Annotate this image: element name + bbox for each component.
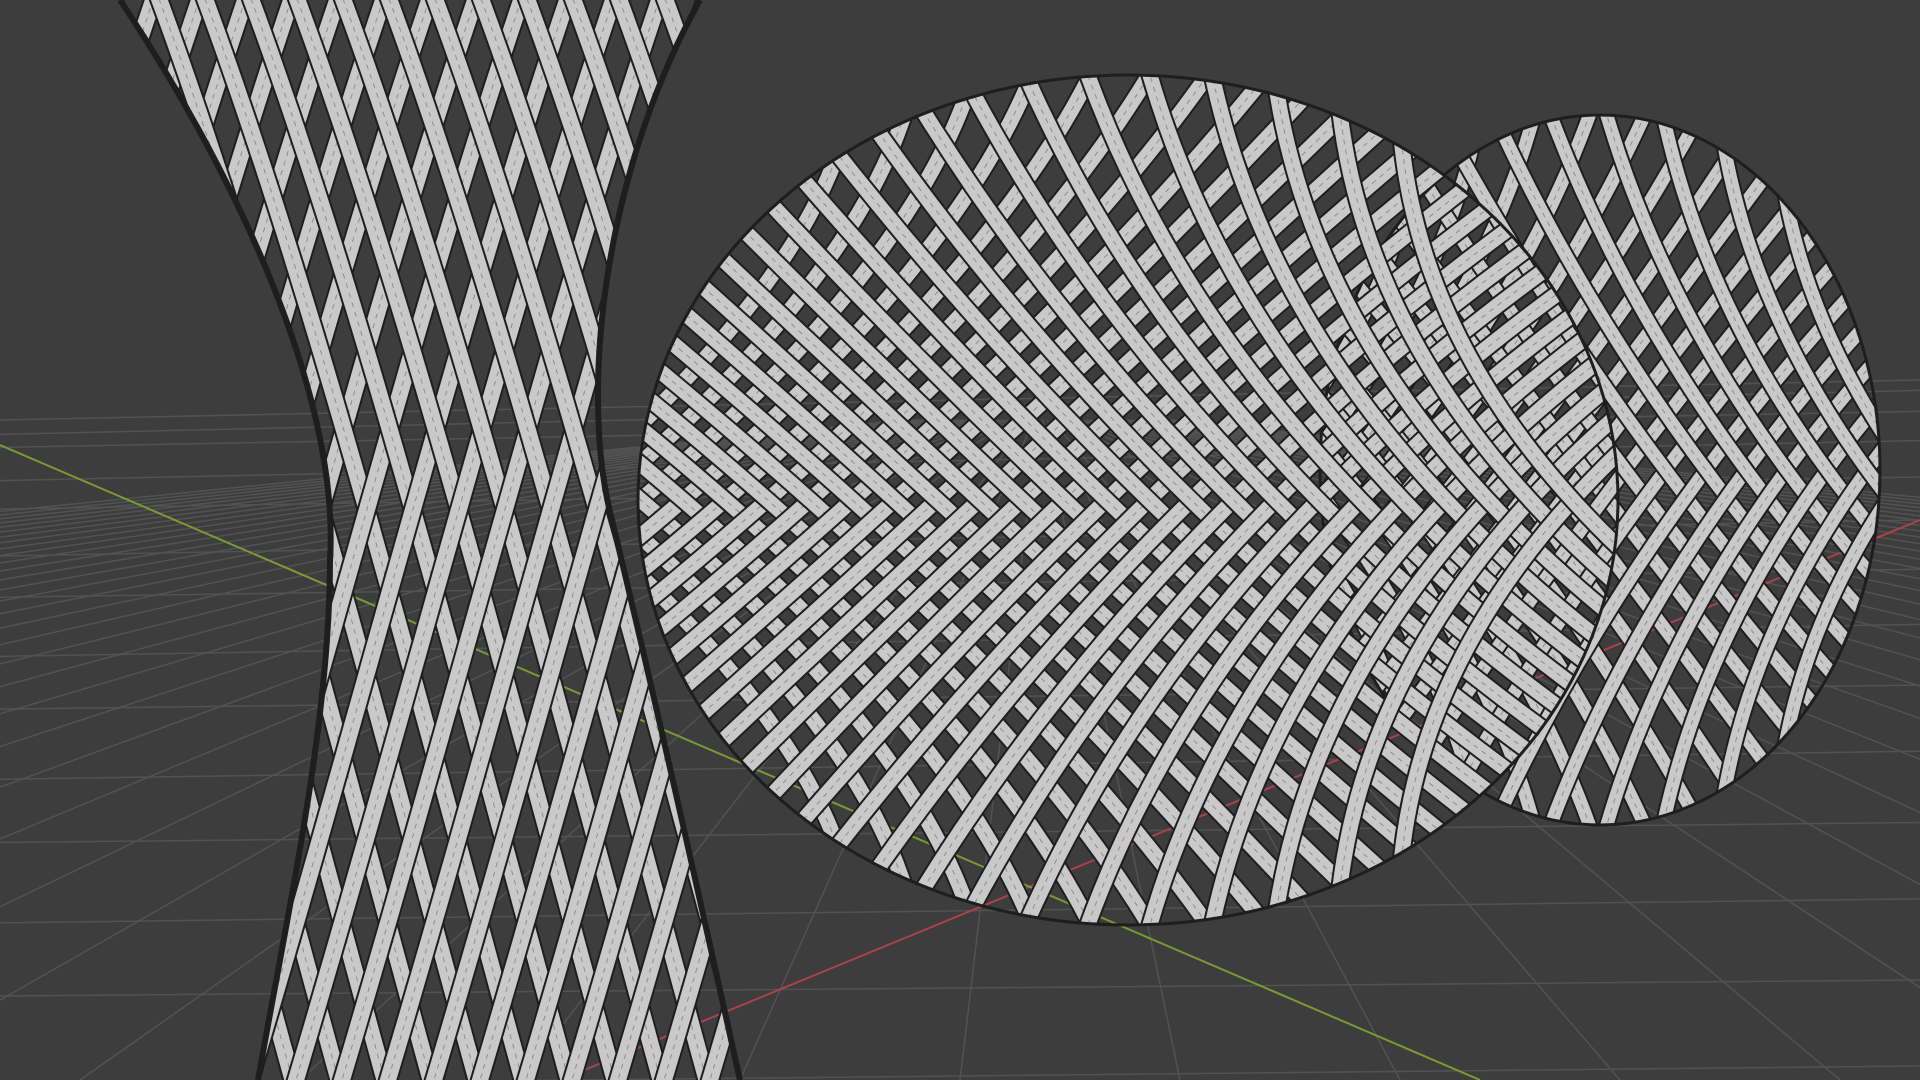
lattice-band-edge bbox=[0, 0, 68, 1080]
lattice-band-wire bbox=[0, 0, 68, 1080]
lattice-band bbox=[0, 0, 68, 1080]
lattice-band-wire bbox=[120, 0, 207, 1080]
lattice-band-edge bbox=[120, 0, 216, 1080]
lattice-band-edge bbox=[0, 0, 68, 1080]
lattice-band-wire bbox=[120, 0, 207, 1080]
lattice-band bbox=[120, 0, 214, 1080]
lattice-band bbox=[0, 0, 68, 1080]
lattice-band-edge bbox=[120, 0, 216, 1080]
viewport-scene[interactable] bbox=[0, 0, 1920, 1080]
lattice-band bbox=[120, 0, 214, 1080]
lattice-band-wire bbox=[0, 0, 68, 1080]
3d-viewport[interactable] bbox=[0, 0, 1920, 1080]
